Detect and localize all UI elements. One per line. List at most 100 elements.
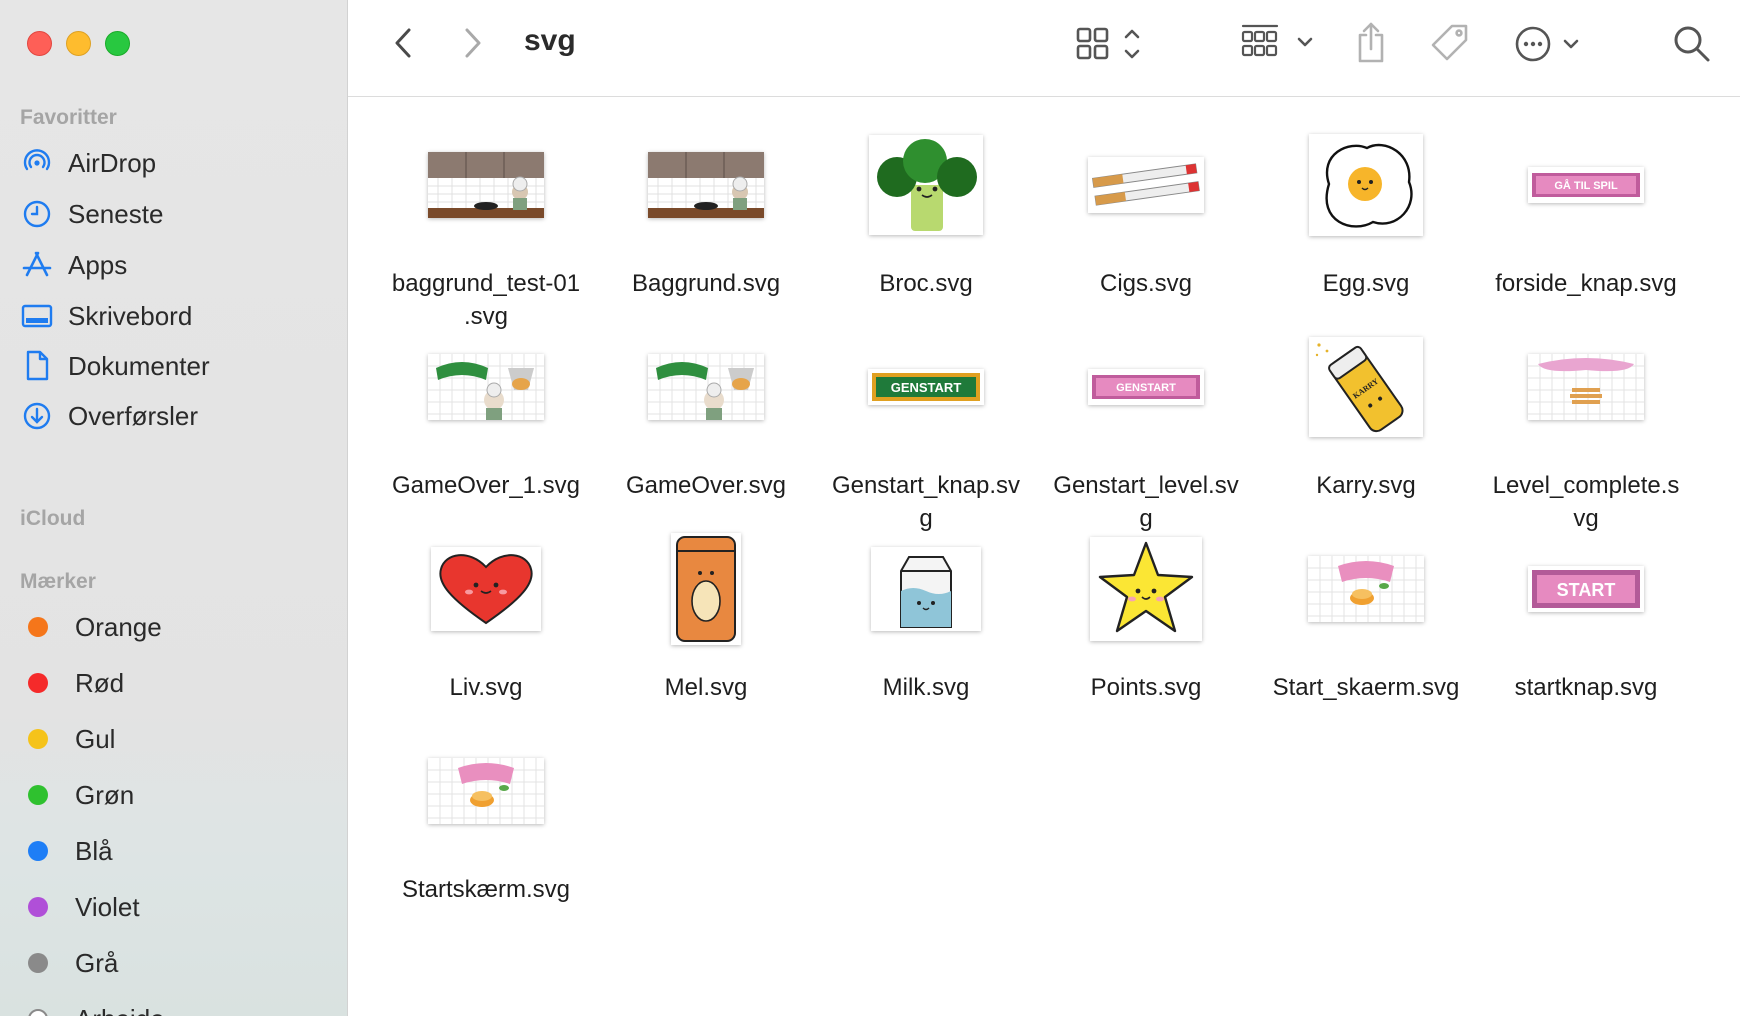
tag-icon	[1431, 24, 1468, 61]
file-name: startknap.svg	[1514, 674, 1658, 701]
sidebar-item-label: AirDrop	[68, 147, 157, 178]
sidebar-item-label: Seneste	[68, 198, 164, 229]
file-item[interactable]: Points.svg	[1036, 501, 1256, 711]
sidebar-item-documents[interactable]: Dokumenter	[20, 346, 210, 386]
sidebar-item-label: Rød	[75, 667, 125, 698]
tag-color-dot	[28, 841, 48, 861]
desktop-icon	[20, 299, 54, 333]
forward-button[interactable]	[460, 26, 486, 60]
sidebar-section-icloud: iCloud	[20, 507, 86, 530]
file-item[interactable]: Milk.svg	[816, 501, 1036, 711]
sidebar-item-label: Grøn	[75, 779, 135, 810]
file-item[interactable]: GENSTART Genstart_level.sv g	[1036, 299, 1256, 532]
group-icon	[1241, 24, 1313, 57]
sidebar-item-label: Violet	[75, 891, 140, 922]
sidebar: Favoritter AirDrop Seneste Apps Skrivebo…	[0, 0, 348, 1016]
file-item[interactable]: GÅ TIL SPIL forside_knap.svg	[1476, 97, 1696, 307]
sidebar-tag-work[interactable]: Arbejde	[20, 999, 165, 1016]
file-item[interactable]: GameOver_1.svg	[376, 299, 596, 509]
sidebar-section-favorites: Favoritter	[20, 106, 117, 129]
file-item[interactable]: Liv.svg	[376, 501, 596, 711]
sidebar-item-label: Skrivebord	[68, 300, 193, 331]
file-item[interactable]: Level_complete.s vg	[1476, 299, 1696, 532]
button-thumbnail-icon: GÅ TIL SPIL	[1528, 167, 1644, 203]
airdrop-icon	[20, 146, 54, 180]
sidebar-item-airdrop[interactable]: AirDrop	[20, 143, 156, 183]
file-thumbnail	[596, 327, 816, 447]
sidebar-item-recent[interactable]: Seneste	[20, 194, 163, 234]
file-name: Milk.svg	[882, 674, 970, 701]
sidebar-tag-red[interactable]: Rød	[20, 663, 124, 703]
sidebar-tag-yellow[interactable]: Gul	[20, 719, 115, 759]
file-name: Points.svg	[1090, 674, 1202, 701]
start-screen-thumbnail-icon	[428, 758, 544, 824]
sidebar-tag-gray[interactable]: Grå	[20, 943, 118, 983]
file-item[interactable]: GameOver.svg	[596, 299, 816, 509]
tag-color-dot	[28, 785, 48, 805]
kitchen-thumbnail-icon	[428, 152, 544, 218]
sidebar-tag-blue[interactable]: Blå	[20, 831, 113, 871]
file-name: GameOver_1.svg	[391, 472, 581, 499]
file-grid: baggrund_test-01 .svg Baggrund.svg Broc.s	[348, 97, 1740, 1016]
sidebar-tag-green[interactable]: Grøn	[20, 775, 134, 815]
toolbar: svg	[348, 0, 1740, 97]
file-item[interactable]: Mel.svg	[596, 501, 816, 711]
gameover-thumbnail-icon	[428, 354, 544, 420]
file-item[interactable]: GENSTART Genstart_knap.sv g	[816, 299, 1036, 532]
file-thumbnail	[816, 125, 1036, 245]
sidebar-item-label: Arbejde	[75, 1004, 165, 1016]
sidebar-item-label: Blå	[75, 835, 113, 866]
tag-button[interactable]	[1430, 22, 1470, 64]
curry-thumbnail-icon: KARRY	[1309, 337, 1423, 437]
close-window-button[interactable]	[27, 31, 52, 56]
file-item[interactable]: Startskærm.svg	[376, 703, 596, 913]
file-thumbnail	[376, 529, 596, 649]
file-name: baggrund_test-01	[391, 270, 581, 297]
sidebar-item-downloads[interactable]: Overførsler	[20, 396, 198, 436]
flour-thumbnail-icon	[671, 533, 741, 645]
thumb-label: GENSTART	[1116, 382, 1176, 394]
sidebar-tag-violet[interactable]: Violet	[20, 887, 140, 927]
file-item[interactable]: START startknap.svg	[1476, 501, 1696, 711]
file-item[interactable]: baggrund_test-01 .svg	[376, 97, 596, 330]
sidebar-item-desktop[interactable]: Skrivebord	[20, 296, 192, 336]
apps-icon	[20, 248, 54, 282]
view-mode-button[interactable]	[1076, 24, 1148, 64]
minimize-window-button[interactable]	[66, 31, 91, 56]
egg-thumbnail-icon	[1309, 134, 1423, 236]
kitchen-thumbnail-icon	[648, 152, 764, 218]
thumb-label: START	[1557, 580, 1616, 600]
level-complete-thumbnail-icon	[1528, 354, 1644, 420]
file-name: forside_knap.svg	[1495, 270, 1677, 297]
share-button[interactable]	[1354, 20, 1388, 66]
file-item[interactable]: Broc.svg	[816, 97, 1036, 307]
start-screen-thumbnail-icon	[1308, 556, 1424, 622]
sidebar-item-label: Dokumenter	[68, 350, 210, 381]
sidebar-item-apps[interactable]: Apps	[20, 245, 127, 285]
search-button[interactable]	[1672, 24, 1712, 64]
search-icon	[1674, 26, 1710, 62]
thumb-label: GENSTART	[891, 380, 962, 395]
file-name: Genstart_level.sv	[1053, 472, 1239, 499]
more-actions-button[interactable]	[1515, 24, 1585, 64]
zoom-window-button[interactable]	[105, 31, 130, 56]
back-button[interactable]	[390, 26, 416, 60]
file-thumbnail	[376, 327, 596, 447]
tag-color-dot	[28, 953, 48, 973]
group-button[interactable]	[1241, 22, 1317, 62]
file-item[interactable]: KARRY Karry.svg	[1256, 299, 1476, 509]
file-name: Egg.svg	[1322, 270, 1410, 297]
file-thumbnail	[1036, 529, 1256, 649]
button-thumbnail-icon: GENSTART	[1088, 369, 1204, 405]
file-thumbnail	[596, 529, 816, 649]
file-item[interactable]: Start_skaerm.svg	[1256, 501, 1476, 711]
file-name: Baggrund.svg	[631, 270, 781, 297]
sidebar-tag-orange[interactable]: Orange	[20, 607, 162, 647]
button-thumbnail-icon: START	[1528, 566, 1644, 612]
file-item[interactable]: Baggrund.svg	[596, 97, 816, 307]
tag-color-dot	[28, 729, 48, 749]
file-item[interactable]: Cigs.svg	[1036, 97, 1256, 307]
file-item[interactable]: Egg.svg	[1256, 97, 1476, 307]
download-icon	[20, 399, 54, 433]
window-controls	[27, 31, 130, 56]
